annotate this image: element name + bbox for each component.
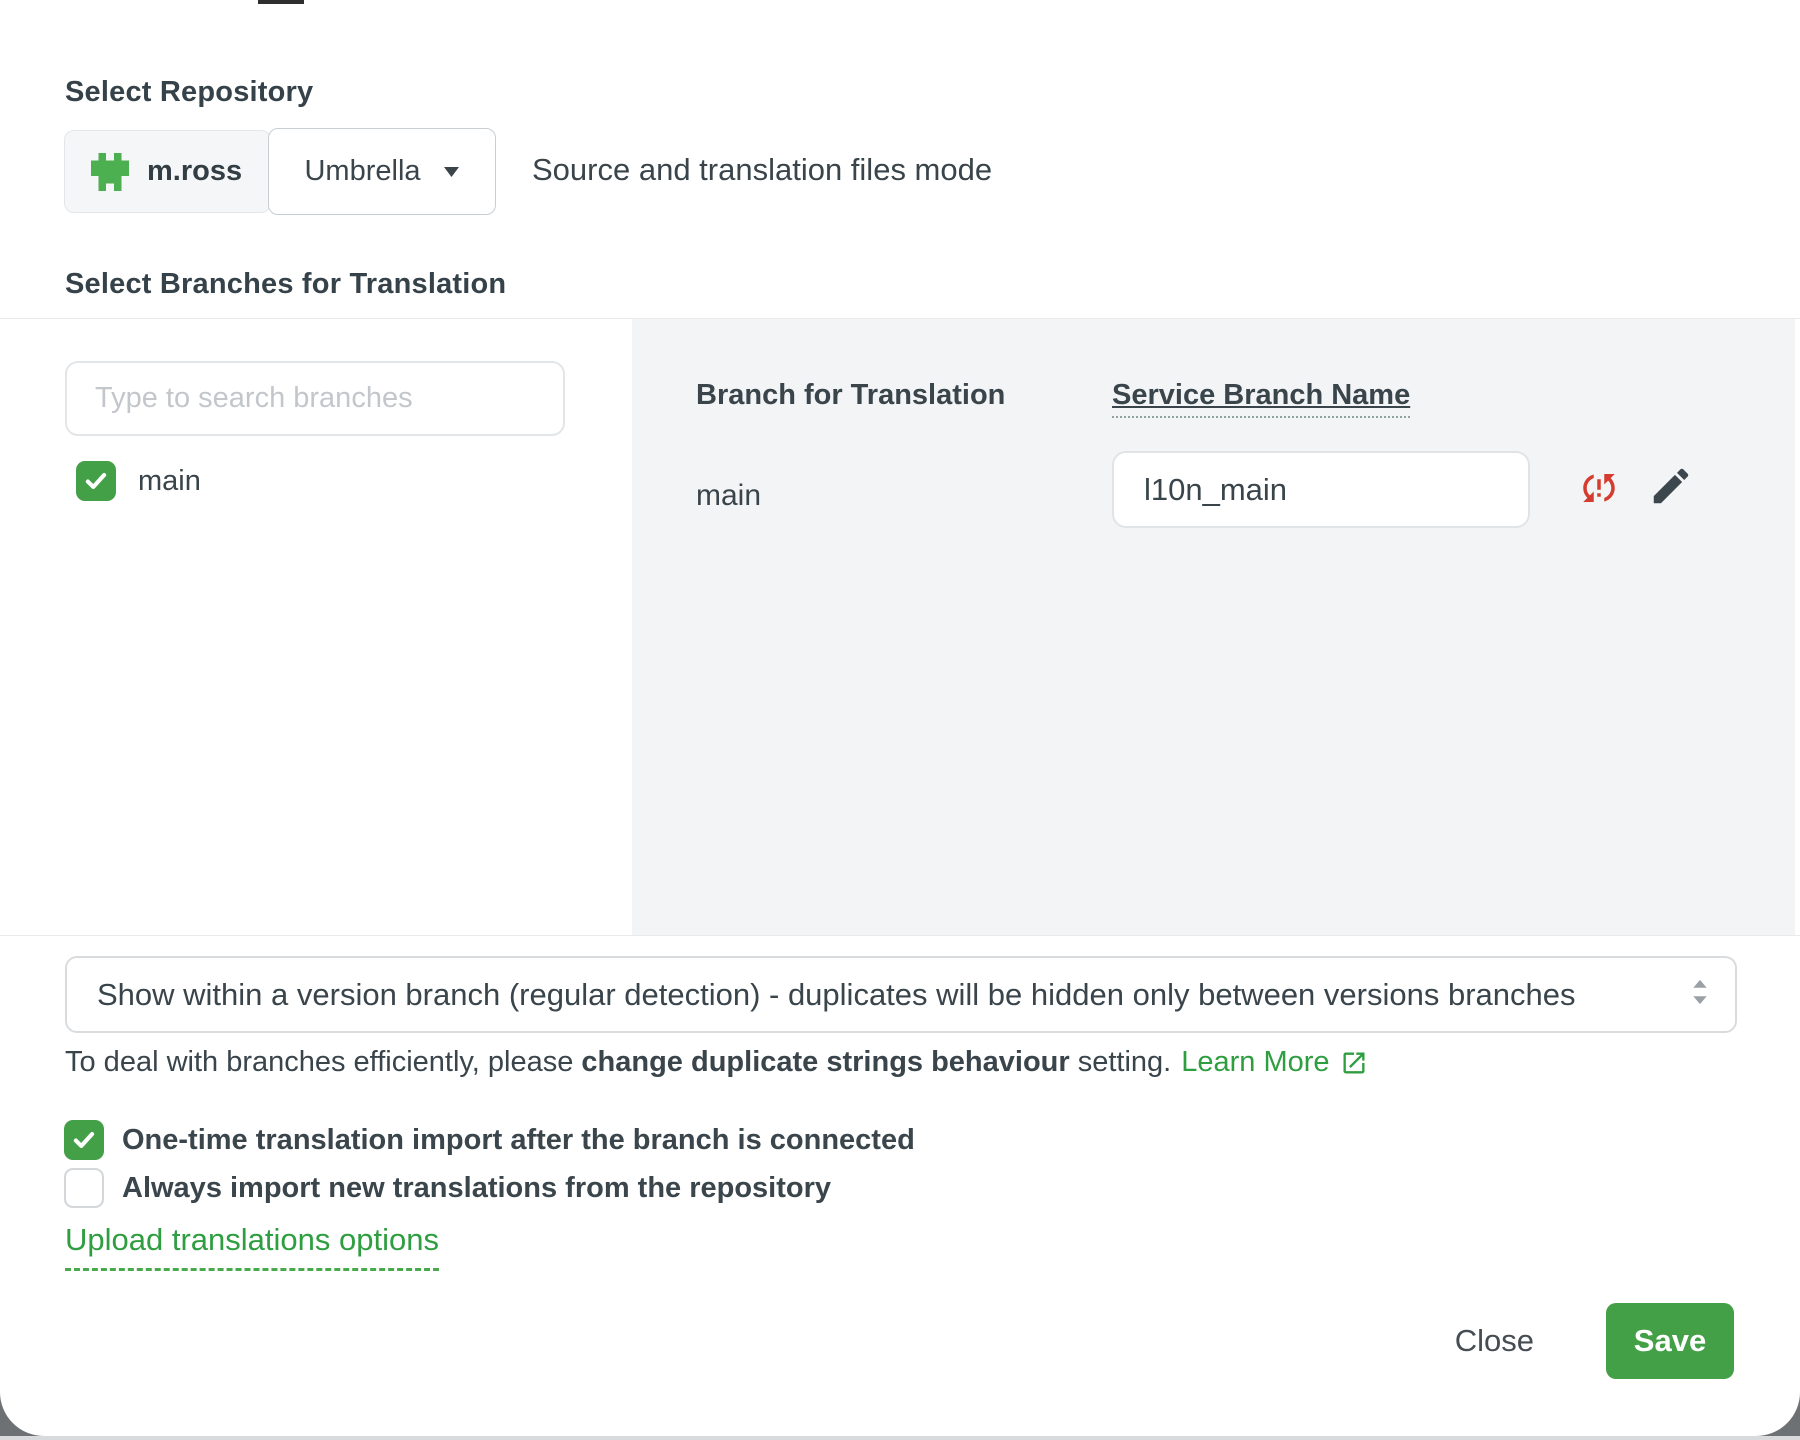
always-import-label: Always import new translations from the … (122, 1172, 831, 1205)
one-time-import-label: One-time translation import after the br… (122, 1124, 915, 1157)
one-time-import-option[interactable]: One-time translation import after the br… (64, 1120, 915, 1160)
save-button[interactable]: Save (1606, 1303, 1734, 1379)
select-repository-heading: Select Repository (65, 76, 313, 109)
duplicate-strings-select[interactable]: Show within a version branch (regular de… (65, 956, 1737, 1033)
repository-dropdown[interactable]: Umbrella (268, 128, 496, 215)
column-header-service-branch: Service Branch Name (1112, 379, 1410, 418)
account-chip[interactable]: m.ross (64, 130, 271, 213)
sync-problem-icon[interactable] (1578, 467, 1620, 509)
select-branches-heading: Select Branches for Translation (65, 268, 506, 301)
select-updown-icon (1685, 975, 1715, 1014)
upload-translations-options-link[interactable]: Upload translations options (65, 1222, 439, 1271)
branch-search-input[interactable] (65, 361, 565, 436)
duplicate-strings-select-value: Show within a version branch (regular de… (67, 977, 1681, 1013)
learn-more-link[interactable]: Learn More (1181, 1046, 1367, 1079)
repository-dropdown-value: Umbrella (304, 155, 420, 188)
branch-configuration-dialog: Select Repository m.ross Umbrella Source… (0, 0, 1800, 1436)
learn-more-label: Learn More (1181, 1046, 1329, 1079)
checkmark-icon (71, 1127, 97, 1153)
service-branch-panel: Branch for Translation Service Branch Na… (632, 319, 1795, 935)
branch-list-item-main[interactable]: main (76, 461, 201, 501)
hint-text-bold: change duplicate strings behaviour (581, 1046, 1069, 1079)
column-header-branch: Branch for Translation (696, 379, 1005, 412)
always-import-checkbox-unchecked[interactable] (64, 1168, 104, 1208)
service-branch-name-input[interactable] (1112, 451, 1530, 528)
edit-pencil-icon[interactable] (1648, 463, 1694, 509)
duplicates-hint: To deal with branches efficiently, pleas… (65, 1046, 1368, 1079)
one-time-import-checkbox-checked[interactable] (64, 1120, 104, 1160)
branches-panels: main Branch for Translation Service Bran… (0, 318, 1800, 936)
hint-text-prefix: To deal with branches efficiently, pleas… (65, 1046, 581, 1079)
external-link-icon (1340, 1049, 1368, 1077)
branch-name-label: main (138, 465, 201, 498)
always-import-option[interactable]: Always import new translations from the … (64, 1168, 831, 1208)
chevron-down-icon (443, 166, 460, 178)
files-mode-label: Source and translation files mode (532, 152, 992, 188)
checkmark-icon (83, 468, 109, 494)
account-name: m.ross (147, 155, 242, 188)
table-row-branch-name: main (696, 479, 761, 513)
scrolled-content-edge (258, 0, 304, 4)
close-button[interactable]: Close (1455, 1323, 1534, 1359)
hint-text-suffix: setting. (1070, 1046, 1172, 1079)
dialog-footer: Close Save (1455, 1303, 1734, 1379)
repo-avatar-identicon (91, 153, 129, 191)
branch-checkbox-checked[interactable] (76, 461, 116, 501)
